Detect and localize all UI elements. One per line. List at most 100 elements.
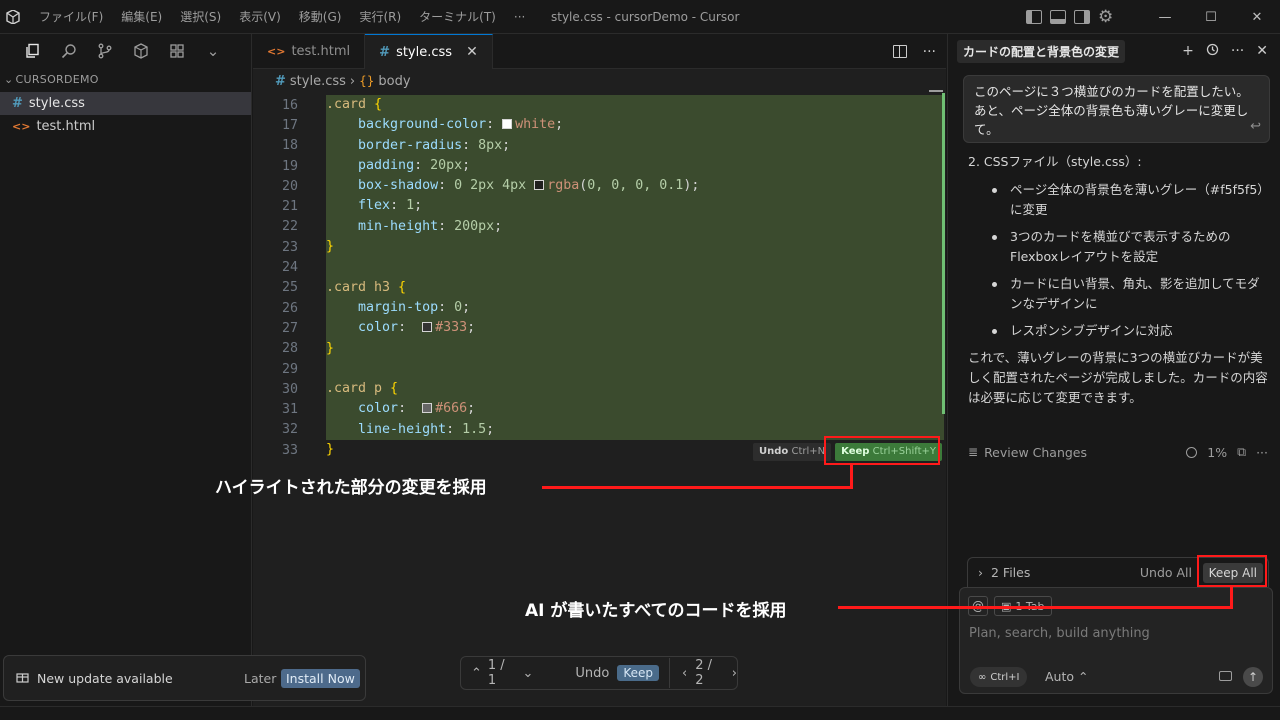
- gear-icon[interactable]: ⚙: [1098, 9, 1113, 26]
- agent-mode-toggle[interactable]: ∞ Ctrl+I: [970, 667, 1028, 687]
- color-swatch-icon[interactable]: [422, 403, 433, 414]
- split-editor-icon[interactable]: [892, 45, 907, 58]
- line-content: }: [326, 237, 944, 258]
- send-button[interactable]: ↑: [1243, 667, 1263, 687]
- color-swatch-icon[interactable]: [534, 180, 545, 191]
- history-icon[interactable]: [1206, 43, 1219, 60]
- annotation-box-keep: [824, 436, 940, 465]
- copy-icon[interactable]: ⧉: [1237, 444, 1246, 460]
- tab-style-css[interactable]: # style.css ✕: [365, 34, 493, 69]
- value: 0 2px 4px: [454, 178, 527, 194]
- workspace-name: CURSORDEMO: [15, 73, 99, 86]
- undo-file-button[interactable]: Undo: [575, 666, 609, 681]
- line-content: flex: 1;: [326, 196, 944, 217]
- code-line: 25 .card h3 {: [253, 277, 946, 298]
- code-editor[interactable]: 16 .card { 17 background-color: white; 18…: [253, 95, 946, 475]
- menu-view[interactable]: 表示(V): [230, 0, 290, 34]
- code-line: 30 .card p {: [253, 379, 946, 400]
- chat-title-tab[interactable]: カードの配置と背景色の変更: [957, 39, 1126, 63]
- explorer-icon[interactable]: [22, 40, 44, 62]
- toggle-panel-icon[interactable]: [1050, 10, 1066, 24]
- toggle-secondary-sidebar-icon[interactable]: [1074, 10, 1090, 24]
- chat-composer: @ ▣1 Tab Plan, search, build anything ∞C…: [959, 587, 1273, 694]
- menu-edit[interactable]: 編集(E): [112, 0, 171, 34]
- selector: .card h3: [326, 279, 391, 295]
- file-counter: 1 / 1: [487, 658, 505, 688]
- line-number: 21: [281, 199, 298, 215]
- toast-message: New update available: [37, 670, 173, 686]
- undo-all-button[interactable]: Undo All: [1140, 565, 1192, 580]
- chevron-left-icon[interactable]: ‹: [682, 666, 687, 681]
- undo-hunk-button[interactable]: Undo Ctrl+N: [753, 443, 832, 461]
- property: color: [358, 401, 399, 417]
- menu-bar: ファイル(F) 編集(E) 選択(S) 表示(V) 移動(G) 実行(R) ター…: [30, 0, 534, 34]
- value: 200px: [454, 218, 495, 234]
- close-window-button[interactable]: ✕: [1234, 0, 1280, 34]
- more-icon[interactable]: ···: [1231, 43, 1244, 59]
- later-button[interactable]: Later: [244, 671, 276, 686]
- menu-more[interactable]: ···: [505, 0, 534, 34]
- explorer-section-title[interactable]: ⌄ CURSORDEMO: [0, 68, 251, 92]
- code-line: 31 color: #666;: [253, 399, 946, 420]
- annotation-connector: [850, 465, 853, 488]
- breadcrumb-file[interactable]: style.css: [290, 74, 346, 89]
- image-icon[interactable]: [1219, 671, 1232, 681]
- source-control-icon[interactable]: [94, 40, 116, 62]
- keep-file-button[interactable]: Keep: [617, 665, 659, 681]
- color-swatch-icon[interactable]: [422, 322, 433, 333]
- chat-input[interactable]: Plan, search, build anything: [969, 626, 1150, 641]
- model-label: Auto: [1045, 669, 1075, 684]
- menu-selection[interactable]: 選択(S): [171, 0, 230, 34]
- menu-run[interactable]: 実行(R): [350, 0, 410, 34]
- search-icon[interactable]: [58, 40, 80, 62]
- chevron-right-icon[interactable]: ›: [732, 666, 737, 681]
- code-line: 23}: [253, 237, 946, 258]
- maximize-button[interactable]: ☐: [1188, 0, 1234, 34]
- brace: {: [382, 381, 399, 397]
- review-changes-row[interactable]: ≣ Review Changes 1% ⧉ ···: [968, 442, 1268, 462]
- css-file-icon: #: [379, 44, 391, 60]
- chevron-down-icon[interactable]: ⌄: [202, 40, 224, 62]
- model-selector[interactable]: Auto ⌃: [1045, 669, 1088, 684]
- package-icon[interactable]: [130, 40, 152, 62]
- minimize-button[interactable]: —: [1142, 0, 1188, 34]
- menu-terminal[interactable]: ターミナル(T): [410, 0, 505, 34]
- line-content: [326, 257, 944, 278]
- line-number: 27: [281, 320, 298, 336]
- install-now-button[interactable]: Install Now: [281, 668, 360, 688]
- extensions-icon[interactable]: [166, 40, 188, 62]
- undo-shortcut: Ctrl+N: [791, 446, 826, 457]
- color-swatch-icon[interactable]: [502, 119, 513, 130]
- gift-icon: [16, 670, 29, 687]
- code-line: 22 min-height: 200px;: [253, 216, 946, 238]
- files-count[interactable]: 2 Files: [991, 565, 1030, 580]
- line-number: 22: [281, 219, 298, 235]
- cursor-logo-icon: [0, 0, 26, 34]
- tab-test-html[interactable]: <> test.html: [253, 34, 366, 69]
- line-number: 31: [281, 402, 298, 418]
- close-icon[interactable]: ✕: [466, 44, 478, 60]
- more-icon[interactable]: ···: [1256, 445, 1268, 460]
- close-icon[interactable]: ✕: [1256, 43, 1268, 59]
- value: #666: [435, 401, 468, 417]
- revert-icon[interactable]: ↩: [1250, 117, 1261, 136]
- prev-file-nav[interactable]: ⌃ 1 / 1 ⌄: [461, 657, 543, 689]
- css-file-icon: #: [275, 73, 286, 89]
- html-file-icon: <>: [267, 45, 286, 58]
- chat-header: カードの配置と背景色の変更 + ··· ✕: [948, 34, 1280, 68]
- file-item-style-css[interactable]: # style.css: [0, 92, 251, 115]
- file-item-test-html[interactable]: <> test.html: [0, 115, 251, 138]
- code-line: 26 margin-top: 0;: [253, 297, 946, 319]
- menu-file[interactable]: ファイル(F): [30, 0, 112, 34]
- menu-go[interactable]: 移動(G): [290, 0, 351, 34]
- line-number: 25: [281, 280, 298, 296]
- breadcrumb-symbol[interactable]: body: [378, 74, 410, 89]
- new-chat-icon[interactable]: +: [1182, 43, 1194, 59]
- more-actions-icon[interactable]: ···: [923, 44, 936, 60]
- user-message[interactable]: このページに３つ横並びのカードを配置したい。 あと、ページ全体の背景色も薄いグレ…: [963, 75, 1270, 143]
- change-pager[interactable]: ‹ 2 / 2 ›: [668, 658, 737, 688]
- toggle-sidebar-icon[interactable]: [1026, 10, 1042, 24]
- code-line: 18 border-radius: 8px;: [253, 135, 946, 156]
- progress-value: 1%: [1207, 444, 1228, 460]
- chevron-right-icon[interactable]: ›: [978, 565, 983, 580]
